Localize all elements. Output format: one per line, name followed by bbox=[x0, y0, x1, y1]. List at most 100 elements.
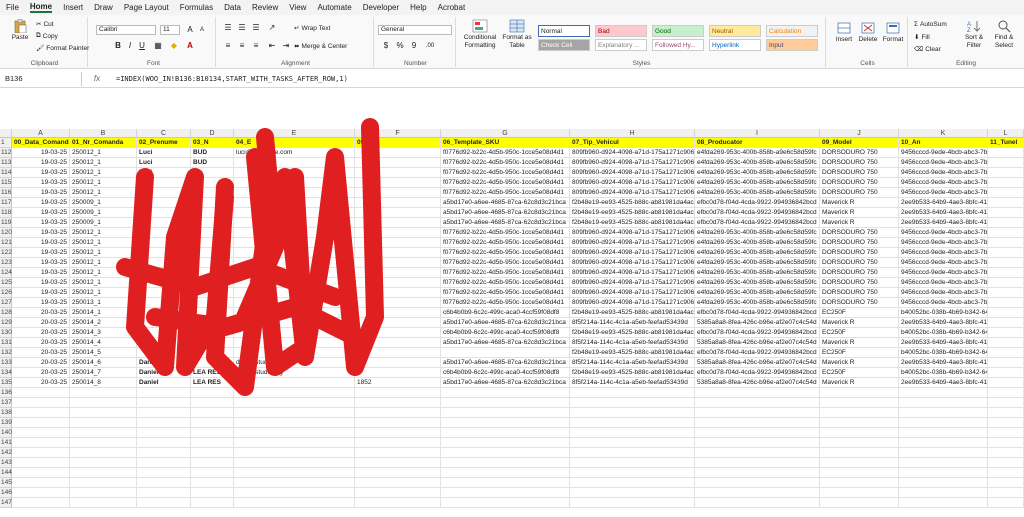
row-header[interactable]: 130 bbox=[0, 328, 12, 338]
indent-decrease-icon[interactable]: ⇤ bbox=[266, 41, 278, 51]
table-cell[interactable] bbox=[988, 188, 1024, 198]
table-cell[interactable]: f0776d92-b22c-4d5b-950c-1cce5e08d4d1 bbox=[441, 188, 570, 198]
empty-cell[interactable] bbox=[988, 438, 1024, 448]
table-cell[interactable]: f0776d92-b22c-4d5b-950c-1cce5e08d4d1 bbox=[441, 288, 570, 298]
empty-cell[interactable] bbox=[70, 428, 137, 438]
empty-cell[interactable] bbox=[988, 468, 1024, 478]
table-cell[interactable]: e4fda269-953c-400b-858b-a9e6c58d59fc bbox=[695, 148, 820, 158]
row-header[interactable]: 124 bbox=[0, 268, 12, 278]
empty-cell[interactable] bbox=[441, 448, 570, 458]
table-cell[interactable]: a5bd17e0-a6ee-4685-87ca-62c8d3c21bca bbox=[441, 208, 570, 218]
table-cell[interactable] bbox=[988, 358, 1024, 368]
table-cell[interactable]: 9456cccd-9ede-4bcb-abc3-7b27 bbox=[899, 248, 988, 258]
table-cell[interactable]: f0776d92-b22c-4d5b-950c-1cce5e08d4d1 bbox=[441, 278, 570, 288]
menu-tab-review[interactable]: Review bbox=[252, 3, 278, 12]
table-cell[interactable]: 9456cccd-9ede-4bcb-abc3-7b27 bbox=[899, 158, 988, 168]
menu-tab-acrobat[interactable]: Acrobat bbox=[438, 3, 466, 12]
cell-style-hyperlink[interactable]: Hyperlink bbox=[709, 39, 761, 51]
empty-cell[interactable] bbox=[70, 418, 137, 428]
empty-cell[interactable] bbox=[820, 398, 899, 408]
table-cell[interactable]: 19-03-25 bbox=[12, 238, 70, 248]
table-cell[interactable]: DORSODURO 750 bbox=[820, 268, 899, 278]
empty-cell[interactable] bbox=[988, 498, 1024, 508]
table-cell[interactable]: b40052bc-038b-4b69-b342-644 bbox=[899, 328, 988, 338]
align-left-icon[interactable]: ≡ bbox=[222, 41, 234, 51]
table-cell[interactable]: 9456cccd-9ede-4bcb-abc3-7b27 bbox=[899, 178, 988, 188]
empty-cell[interactable] bbox=[899, 418, 988, 428]
menu-tab-formulas[interactable]: Formulas bbox=[180, 3, 213, 12]
empty-cell[interactable] bbox=[820, 448, 899, 458]
table-cell[interactable]: f0776d92-b22c-4d5b-950c-1cce5e08d4d1 bbox=[441, 148, 570, 158]
cell-style-calculation[interactable]: Calculation bbox=[766, 25, 818, 37]
wrap-text-button[interactable]: ↵ Wrap Text bbox=[294, 24, 330, 33]
table-cell[interactable] bbox=[988, 288, 1024, 298]
empty-cell[interactable] bbox=[441, 418, 570, 428]
empty-cell[interactable] bbox=[570, 498, 695, 508]
table-cell[interactable]: 2ee9b533-64b9-4ae3-8bfc-4184 bbox=[899, 208, 988, 218]
empty-cell[interactable] bbox=[234, 428, 355, 438]
table-cell[interactable]: c6b4b0b9-6c2c-499c-aca0-4ccf59f08df8 bbox=[441, 368, 570, 378]
table-cell[interactable]: f0776d92-b22c-4d5b-950c-1cce5e08d4d1 bbox=[441, 158, 570, 168]
empty-cell[interactable] bbox=[899, 458, 988, 468]
empty-cell[interactable] bbox=[234, 458, 355, 468]
header-cell-h[interactable]: 07_Tip_Vehicul bbox=[570, 138, 695, 148]
empty-cell[interactable] bbox=[191, 458, 234, 468]
header-cell-g[interactable]: 06_Template_SKU bbox=[441, 138, 570, 148]
row-header[interactable]: 144 bbox=[0, 468, 12, 478]
table-cell[interactable]: 20-03-25 bbox=[12, 338, 70, 348]
italic-button[interactable]: I bbox=[124, 41, 136, 51]
empty-cell[interactable] bbox=[355, 458, 441, 468]
bold-button[interactable]: B bbox=[112, 41, 124, 51]
empty-cell[interactable] bbox=[12, 468, 70, 478]
empty-cell[interactable] bbox=[441, 408, 570, 418]
row-header[interactable]: 135 bbox=[0, 378, 12, 388]
table-cell[interactable] bbox=[988, 328, 1024, 338]
table-cell[interactable]: DORSODURO 750 bbox=[820, 258, 899, 268]
table-cell[interactable] bbox=[988, 338, 1024, 348]
row-header[interactable]: 146 bbox=[0, 488, 12, 498]
cell-style-normal[interactable]: Normal bbox=[538, 25, 590, 37]
menu-tab-view[interactable]: View bbox=[289, 3, 306, 12]
empty-cell[interactable] bbox=[820, 498, 899, 508]
empty-cell[interactable] bbox=[137, 408, 191, 418]
empty-cell[interactable] bbox=[899, 408, 988, 418]
table-cell[interactable]: Maverick R bbox=[820, 218, 899, 228]
table-cell[interactable]: a5bd17e0-a6ee-4685-87ca-62c8d3c21bca bbox=[441, 378, 570, 388]
table-cell[interactable]: 809fb960-d924-4098-a71d-175a1271c906 bbox=[570, 148, 695, 158]
empty-cell[interactable] bbox=[70, 468, 137, 478]
empty-cell[interactable] bbox=[70, 488, 137, 498]
table-cell[interactable]: 9456cccd-9ede-4bcb-abc3-7b27 bbox=[899, 298, 988, 308]
table-cell[interactable]: f0776d92-b22c-4d5b-950c-1cce5e08d4d1 bbox=[441, 178, 570, 188]
table-cell[interactable]: 20-03-25 bbox=[12, 318, 70, 328]
table-cell[interactable]: e4fda269-953c-400b-858b-a9e6c58d59fc bbox=[695, 268, 820, 278]
empty-cell[interactable] bbox=[695, 498, 820, 508]
empty-cell[interactable] bbox=[695, 458, 820, 468]
cell-style-bad[interactable]: Bad bbox=[595, 25, 647, 37]
empty-cell[interactable] bbox=[899, 478, 988, 488]
empty-cell[interactable] bbox=[355, 448, 441, 458]
table-cell[interactable]: Maverick R bbox=[820, 338, 899, 348]
table-cell[interactable] bbox=[988, 208, 1024, 218]
table-cell[interactable]: b40052bc-038b-4b69-b342-644 bbox=[899, 348, 988, 358]
table-cell[interactable]: e4fda269-953c-400b-858b-a9e6c58d59fc bbox=[695, 228, 820, 238]
table-cell[interactable]: 809fb960-d924-4098-a71d-175a1271c906 bbox=[570, 258, 695, 268]
table-cell[interactable] bbox=[988, 368, 1024, 378]
table-cell[interactable]: 19-03-25 bbox=[12, 228, 70, 238]
row-header[interactable]: 117 bbox=[0, 198, 12, 208]
header-cell-k[interactable]: 10_An bbox=[899, 138, 988, 148]
table-cell[interactable]: f2b48e19-ee93-4525-b88c-ab81981da4ac bbox=[570, 308, 695, 318]
empty-cell[interactable] bbox=[441, 488, 570, 498]
row-header[interactable]: 141 bbox=[0, 438, 12, 448]
row-header[interactable]: 114 bbox=[0, 168, 12, 178]
decimal-button[interactable]: .00 bbox=[422, 41, 438, 51]
empty-cell[interactable] bbox=[12, 408, 70, 418]
table-cell[interactable]: 19-03-25 bbox=[12, 248, 70, 258]
empty-cell[interactable] bbox=[355, 408, 441, 418]
empty-cell[interactable] bbox=[355, 418, 441, 428]
table-cell[interactable]: e4fda269-953c-400b-858b-a9e6c58d59fc bbox=[695, 168, 820, 178]
empty-cell[interactable] bbox=[137, 418, 191, 428]
table-cell[interactable]: EC250F bbox=[820, 368, 899, 378]
table-cell[interactable]: EC250F bbox=[820, 308, 899, 318]
empty-cell[interactable] bbox=[820, 468, 899, 478]
empty-cell[interactable] bbox=[191, 418, 234, 428]
